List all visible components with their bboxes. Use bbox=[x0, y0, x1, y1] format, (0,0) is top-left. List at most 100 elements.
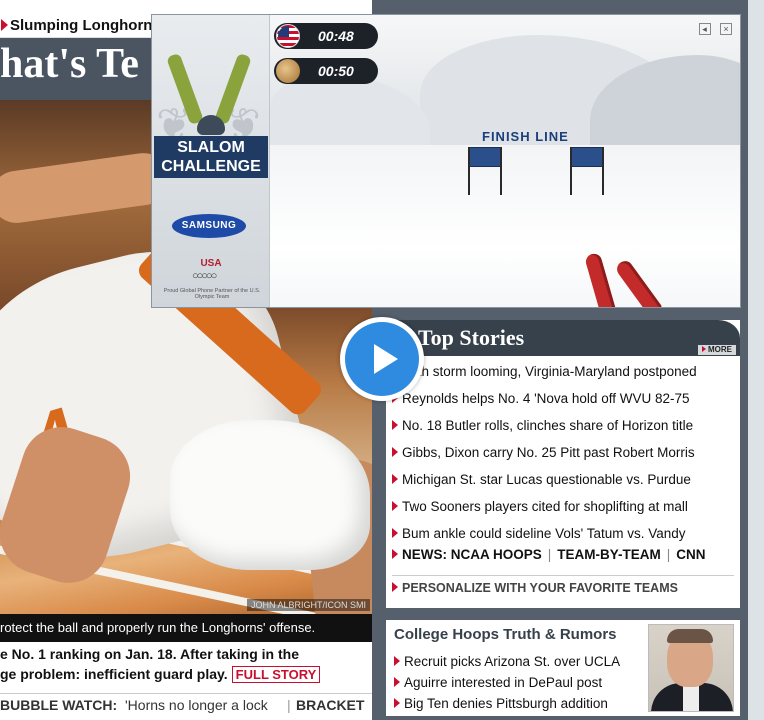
coach-shirt bbox=[683, 683, 699, 711]
play-button-circle bbox=[345, 322, 419, 396]
more-arrow-icon bbox=[702, 346, 706, 352]
divider bbox=[392, 575, 734, 576]
cnn-link[interactable]: CNN bbox=[676, 547, 705, 562]
feature-body-line-1: e No. 1 ranking on Jan. 18. After taking… bbox=[0, 646, 299, 662]
usa-flag-icon bbox=[276, 24, 300, 48]
kicker-arrow-icon bbox=[1, 19, 8, 31]
list-item[interactable]: Big Ten denies Pittsburgh addition bbox=[394, 693, 652, 714]
olympic-rings-icon: ○○○○○ bbox=[192, 270, 217, 282]
link-separator: | bbox=[666, 547, 671, 562]
rumors-title[interactable]: College Hoops Truth & Rumors bbox=[394, 626, 617, 643]
usa-olympic-logo: USA ○○○○○ bbox=[186, 258, 236, 282]
rumor-link[interactable]: Recruit picks Arizona St. over UCLA bbox=[404, 654, 620, 669]
story-link[interactable]: Gibbs, Dixon carry No. 25 Pitt past Robe… bbox=[402, 445, 695, 460]
bullet-arrow-icon bbox=[392, 420, 398, 430]
rumor-link[interactable]: Aguirre interested in DePaul post bbox=[404, 675, 602, 690]
player-timer: 00:48 bbox=[274, 23, 378, 49]
finish-line-label: FINISH LINE bbox=[482, 129, 569, 144]
bullet-arrow-icon bbox=[392, 474, 398, 484]
list-item[interactable]: Two Sooners players cited for shopliftin… bbox=[392, 493, 738, 520]
gate-pole bbox=[468, 147, 470, 195]
ad-title-line-1: SLALOM bbox=[177, 139, 245, 156]
full-story-link[interactable]: FULL STORY bbox=[231, 666, 321, 683]
team-by-team-link[interactable]: TEAM-BY-TEAM bbox=[557, 547, 661, 562]
bullet-arrow-icon bbox=[394, 677, 400, 687]
bullet-arrow-icon bbox=[392, 528, 398, 538]
gate-flag bbox=[570, 147, 604, 167]
samsung-logo[interactable]: SAMSUNG bbox=[172, 214, 246, 238]
opponent-timer: 00:50 bbox=[274, 58, 378, 84]
bullet-arrow-icon bbox=[392, 501, 398, 511]
gate-right bbox=[570, 147, 604, 195]
rumors-module: College Hoops Truth & Rumors Recruit pic… bbox=[386, 620, 740, 716]
story-link[interactable]: With storm looming, Virginia-Maryland po… bbox=[402, 364, 697, 379]
top-stories-module: Top Stories MORE With storm looming, Vir… bbox=[386, 320, 740, 608]
feature-headline[interactable]: hat's Te bbox=[0, 40, 139, 88]
ad-branding-panel: ❦ ❦ SLALOM CHALLENGE SAMSUNG USA ○○○○○ P… bbox=[152, 15, 270, 307]
opponent-time: 00:50 bbox=[318, 63, 354, 79]
player-shorts bbox=[170, 420, 370, 570]
bullet-arrow-icon bbox=[394, 698, 400, 708]
section-links: NEWS: NCAA HOOPS | TEAM-BY-TEAM | CNN bbox=[392, 547, 738, 571]
more-button[interactable]: MORE bbox=[698, 345, 736, 355]
feature-body-line-2-text: ge problem: inefficient guard play. bbox=[0, 666, 228, 682]
rumor-link[interactable]: Big Ten denies Pittsburgh addition bbox=[404, 696, 608, 711]
ad-fine-print: Proud Global Phone Partner of the U.S. O… bbox=[163, 288, 261, 300]
bullet-arrow-icon bbox=[392, 447, 398, 457]
coach-hair bbox=[667, 629, 713, 643]
bubble-watch-label: BUBBLE WATCH: bbox=[0, 697, 118, 713]
play-button[interactable] bbox=[340, 317, 424, 401]
gate-flag bbox=[468, 147, 502, 167]
list-item[interactable]: Bum ankle could sideline Vols' Tatum vs.… bbox=[392, 520, 738, 547]
list-item[interactable]: Reynolds helps No. 4 'Nova hold off WVU … bbox=[392, 385, 738, 412]
play-icon bbox=[374, 344, 398, 374]
coach-photo[interactable] bbox=[648, 624, 734, 712]
list-item[interactable]: No. 18 Butler rolls, clinches share of H… bbox=[392, 412, 738, 439]
personalize-link[interactable]: PERSONALIZE WITH YOUR FAVORITE TEAMS bbox=[392, 581, 678, 595]
usa-logo-text: USA bbox=[200, 258, 222, 269]
speaker-icon[interactable]: ◂ bbox=[698, 23, 711, 35]
list-item[interactable]: Gibbs, Dixon carry No. 25 Pitt past Robe… bbox=[392, 439, 738, 466]
list-item[interactable]: Aguirre interested in DePaul post bbox=[394, 672, 652, 693]
helmet-icon bbox=[197, 115, 225, 135]
bracket-link[interactable]: BRACKET bbox=[296, 697, 364, 713]
gate-left bbox=[468, 147, 502, 195]
bullet-arrow-icon bbox=[392, 549, 398, 559]
bubble-watch-link[interactable]: 'Horns no longer a lock bbox=[125, 697, 268, 713]
story-link[interactable]: No. 18 Butler rolls, clinches share of H… bbox=[402, 418, 693, 433]
feature-kicker-text[interactable]: Slumping Longhorns bbox=[10, 17, 161, 34]
gate-pole bbox=[570, 147, 572, 195]
close-icon[interactable]: × bbox=[720, 23, 732, 35]
ad-game-title: SLALOM CHALLENGE bbox=[154, 136, 268, 178]
more-label: MORE bbox=[708, 345, 732, 354]
story-link[interactable]: Bum ankle could sideline Vols' Tatum vs.… bbox=[402, 526, 685, 541]
personalize-label[interactable]: PERSONALIZE WITH YOUR FAVORITE TEAMS bbox=[402, 581, 678, 595]
ncaa-hoops-link[interactable]: NEWS: NCAA HOOPS bbox=[402, 547, 542, 562]
player-time: 00:48 bbox=[318, 28, 354, 44]
ski-slope bbox=[270, 145, 740, 307]
ad-controls: ◂ × bbox=[694, 19, 732, 37]
top-stories-title: Top Stories bbox=[418, 325, 525, 350]
story-link[interactable]: Michigan St. star Lucas questionable vs.… bbox=[402, 472, 691, 487]
feature-body: e No. 1 ranking on Jan. 18. After taking… bbox=[0, 644, 372, 685]
top-stories-list: With storm looming, Virginia-Maryland po… bbox=[392, 358, 738, 547]
gate-pole bbox=[602, 147, 604, 195]
slalom-challenge-ad[interactable]: ❦ ❦ SLALOM CHALLENGE SAMSUNG USA ○○○○○ P… bbox=[151, 14, 741, 308]
photo-credit: JOHN ALBRIGHT/ICON SMI bbox=[246, 599, 370, 611]
feature-caption: rotect the ball and properly run the Lon… bbox=[0, 614, 372, 642]
page-edge bbox=[748, 0, 764, 720]
list-item[interactable]: Recruit picks Arizona St. over UCLA bbox=[394, 651, 652, 672]
top-stories-header: Top Stories MORE bbox=[386, 320, 740, 356]
bubble-separator: | bbox=[287, 697, 291, 713]
feature-body-line-2: ge problem: inefficient guard play. FULL … bbox=[0, 664, 372, 685]
feature-caption-text: rotect the ball and properly run the Lon… bbox=[0, 620, 316, 635]
bubble-watch-row: BUBBLE WATCH: 'Horns no longer a lock | … bbox=[0, 693, 372, 717]
bullet-arrow-icon bbox=[394, 656, 400, 666]
list-item[interactable]: Michigan St. star Lucas questionable vs.… bbox=[392, 466, 738, 493]
gate-pole bbox=[500, 147, 502, 195]
story-link[interactable]: Reynolds helps No. 4 'Nova hold off WVU … bbox=[402, 391, 689, 406]
ad-game-scene[interactable]: FINISH LINE 00:48 00:50 ◂ × bbox=[270, 15, 740, 307]
story-link[interactable]: Two Sooners players cited for shopliftin… bbox=[402, 499, 688, 514]
list-item[interactable]: With storm looming, Virginia-Maryland po… bbox=[392, 358, 738, 385]
player-arm bbox=[0, 149, 173, 227]
